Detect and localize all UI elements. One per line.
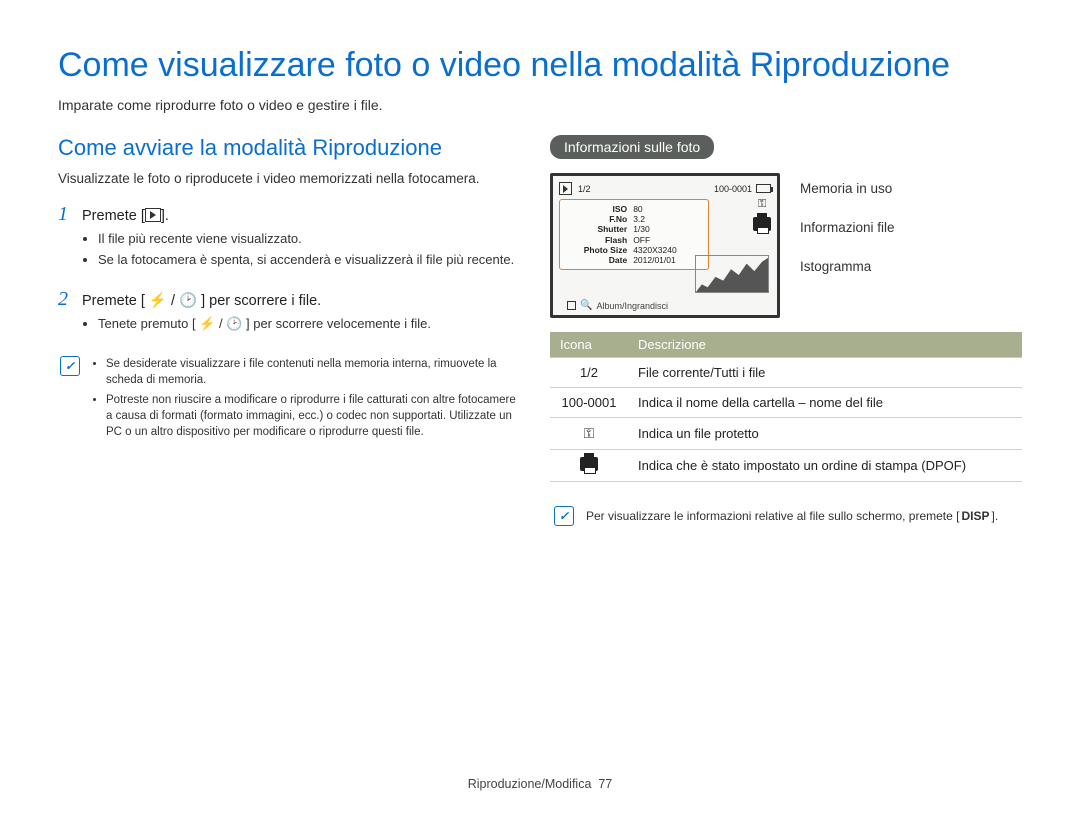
- playback-icon: [145, 208, 161, 222]
- icon-cell: ⚿: [550, 418, 628, 450]
- table-header-desc: Descrizione: [628, 332, 1022, 358]
- histogram: [695, 255, 769, 293]
- list-item: Tenete premuto [ ⚡ / 🕑 ] per scorrere ve…: [98, 315, 518, 334]
- album-icon: [567, 301, 576, 310]
- page-intro: Imparate come riprodurre foto o video e …: [58, 97, 1022, 113]
- icon-cell: 1/2: [550, 358, 628, 388]
- magnify-icon: 🔍: [580, 300, 592, 311]
- table-row: 100-0001 Indica il nome della cartella –…: [550, 388, 1022, 418]
- desc-cell: Indica il nome della cartella – nome del…: [628, 388, 1022, 418]
- step-1: 1 Premete [].: [58, 203, 518, 226]
- table-row: 1/2 File corrente/Tutti i file: [550, 358, 1022, 388]
- callout-info: Informazioni file: [800, 220, 895, 235]
- lcd-bottom-label: Album/Ingrandisci: [596, 301, 668, 311]
- desc-cell: Indica che è stato impostato un ordine d…: [628, 450, 1022, 482]
- list-item: Se desiderate visualizzare i file conten…: [106, 356, 516, 388]
- playback-icon: [559, 182, 572, 195]
- list-item: Se la fotocamera è spenta, si accenderà …: [98, 251, 518, 270]
- battery-icon: [756, 184, 771, 193]
- list-item: Potreste non riuscire a modificare o rip…: [106, 392, 516, 440]
- page-title: Come visualizzare foto o video nella mod…: [58, 46, 1022, 85]
- icon-description-table: Icona Descrizione 1/2 File corrente/Tutt…: [550, 332, 1022, 482]
- table-row: Indica che è stato impostato un ordine d…: [550, 450, 1022, 482]
- callout-memory: Memoria in uso: [800, 181, 895, 196]
- table-row: ⚿ Indica un file protetto: [550, 418, 1022, 450]
- step-text: Premete [].: [82, 208, 169, 224]
- file-number: 100-0001: [714, 184, 752, 194]
- step-number: 2: [58, 288, 74, 311]
- callouts: Memoria in uso Informazioni file Istogra…: [800, 181, 895, 318]
- lock-icon: ⚿: [584, 425, 595, 441]
- lcd-preview: 1/2 100-0001 ⚿ ISO80 F.No3.2 Shutter1/: [550, 173, 780, 318]
- step-1-bullets: Il file più recente viene visualizzato. …: [98, 230, 518, 271]
- disp-button-label: DISP: [959, 509, 991, 523]
- lock-icon: ⚿: [758, 198, 766, 211]
- section-heading: Come avviare la modalità Riproduzione: [58, 135, 518, 161]
- callout-histogram: Istogramma: [800, 259, 895, 274]
- step-2-bullets: Tenete premuto [ ⚡ / 🕑 ] per scorrere ve…: [98, 315, 518, 334]
- photo-info-panel: ISO80 F.No3.2 Shutter1/30 FlashOFF Photo…: [559, 199, 709, 270]
- desc-cell: Indica un file protetto: [628, 418, 1022, 450]
- note-list: Se desiderate visualizzare i file conten…: [106, 356, 516, 444]
- left-column: Come avviare la modalità Riproduzione Vi…: [58, 135, 518, 526]
- note-box: ✓ Se desiderate visualizzare i file cont…: [58, 352, 518, 448]
- desc-cell: File corrente/Tutti i file: [628, 358, 1022, 388]
- note-icon: ✓: [554, 506, 574, 526]
- printer-icon: [753, 217, 771, 231]
- right-column: Informazioni sulle foto 1/2 100-0001 ⚿: [550, 135, 1022, 526]
- step-2: 2 Premete [ ⚡ / 🕑 ] per scorrere i file.: [58, 288, 518, 311]
- step-text: Premete [ ⚡ / 🕑 ] per scorrere i file.: [82, 292, 321, 309]
- icon-cell: [550, 450, 628, 482]
- list-item: Il file più recente viene visualizzato.: [98, 230, 518, 249]
- note-icon: ✓: [60, 356, 80, 376]
- note-disp: ✓ Per visualizzare le informazioni relat…: [550, 506, 1022, 526]
- printer-icon: [580, 457, 598, 471]
- file-counter: 1/2: [578, 184, 591, 194]
- icon-cell: 100-0001: [550, 388, 628, 418]
- section-intro: Visualizzate le foto o riproducete i vid…: [58, 169, 518, 189]
- info-pill: Informazioni sulle foto: [550, 135, 714, 159]
- step-number: 1: [58, 203, 74, 226]
- page-footer: Riproduzione/Modifica 77: [0, 777, 1080, 791]
- table-header-icon: Icona: [550, 332, 628, 358]
